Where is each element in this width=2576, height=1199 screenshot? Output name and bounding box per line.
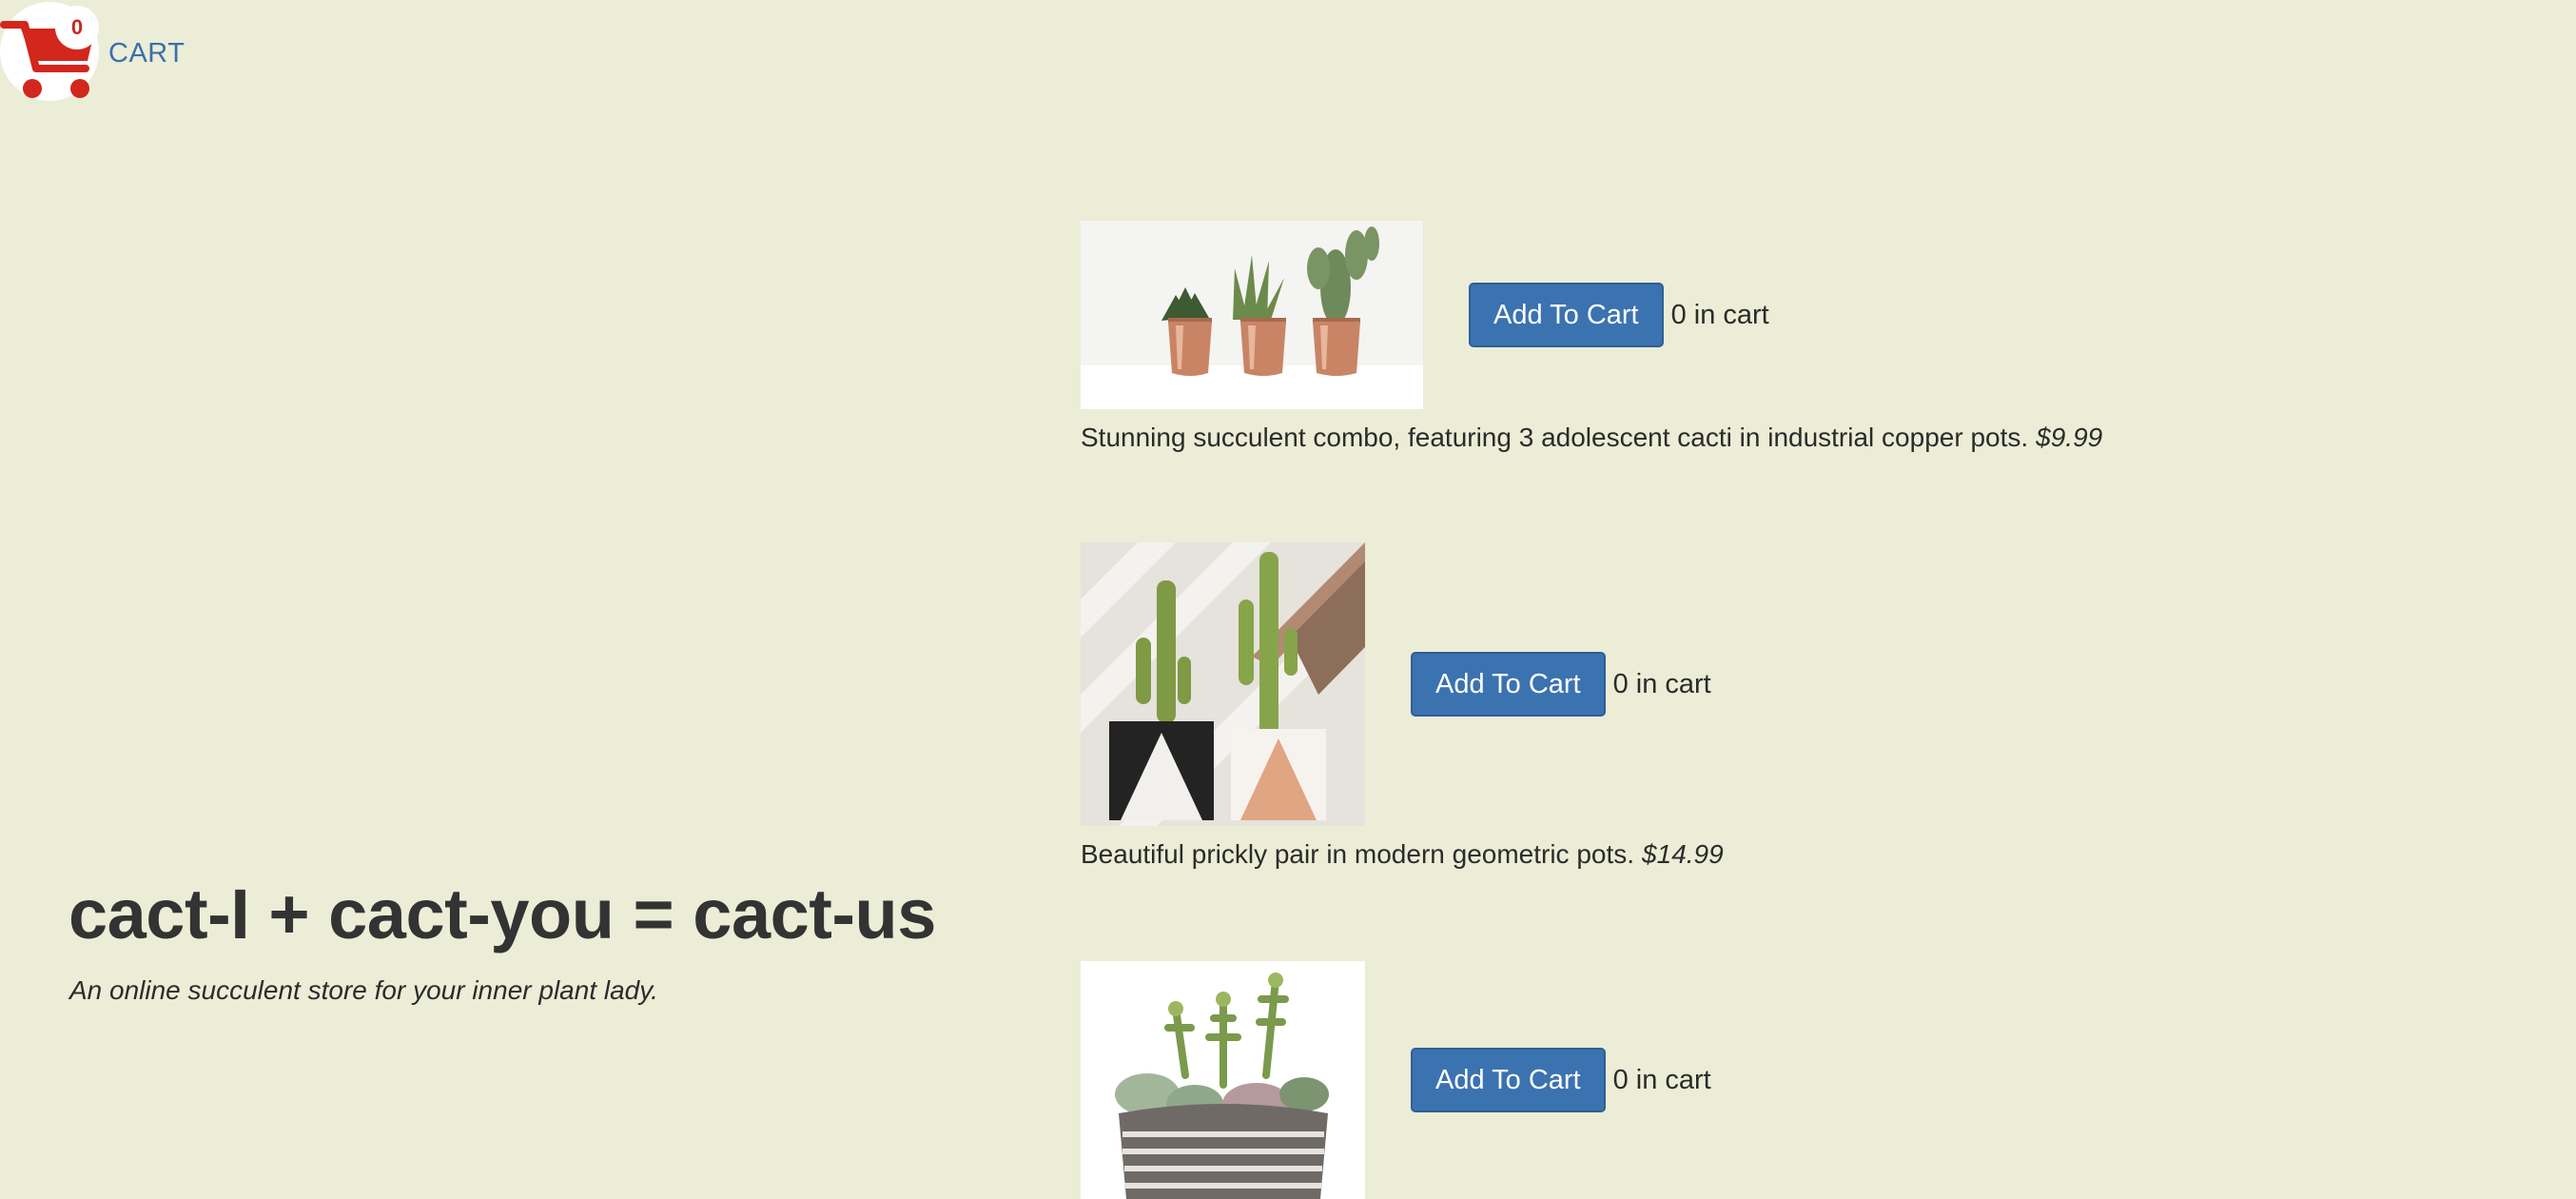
in-cart-count: 0 (1612, 668, 1629, 699)
in-cart-label: in cart (1693, 299, 1769, 330)
in-cart-status: 0 in cart (1613, 1065, 1711, 1096)
add-to-cart-button[interactable]: Add To Cart (1469, 283, 1664, 347)
shopping-cart-icon[interactable]: 0 (0, 0, 103, 103)
in-cart-count: 0 (1670, 299, 1687, 330)
product-description: Beautiful prickly pair in modern geometr… (1081, 839, 1635, 869)
page: 0 CART cact-I + cact-you = cact-us An on… (0, 0, 2576, 1199)
add-to-cart-button[interactable]: Add To Cart (1411, 652, 1606, 717)
page-tagline: An online succulent store for your inner… (69, 975, 658, 1005)
in-cart-label: in cart (1635, 668, 1711, 699)
in-cart-label: in cart (1635, 1064, 1711, 1095)
cart-link[interactable]: 0 CART (0, 0, 185, 103)
product-description-line: Beautiful prickly pair in modern geometr… (1081, 839, 1724, 870)
product-image-copper-pots (1081, 221, 1423, 409)
product-price: $14.99 (1642, 839, 1724, 869)
product-description: Stunning succulent combo, featuring 3 ad… (1081, 423, 2029, 452)
in-cart-count: 0 (1612, 1064, 1629, 1095)
in-cart-status: 0 in cart (1613, 669, 1711, 700)
product-price: $9.99 (2036, 423, 2103, 452)
product-image-succulent-bowl (1081, 961, 1365, 1199)
cart-label[interactable]: CART (108, 38, 185, 69)
in-cart-status: 0 in cart (1671, 300, 1769, 331)
product-card: Add To Cart 0 in cart (1081, 961, 1711, 1199)
cart-count-badge: 0 (55, 6, 99, 49)
product-card: Add To Cart 0 in cart Stunning succulent … (1081, 221, 2102, 453)
product-description-line: Stunning succulent combo, featuring 3 ad… (1081, 423, 2102, 453)
add-to-cart-button[interactable]: Add To Cart (1411, 1048, 1606, 1112)
product-card: Add To Cart 0 in cart Beautiful prickly p… (1081, 542, 1724, 870)
page-title: cact-I + cact-you = cact-us (68, 875, 936, 953)
product-image-geometric-pots (1081, 542, 1365, 826)
